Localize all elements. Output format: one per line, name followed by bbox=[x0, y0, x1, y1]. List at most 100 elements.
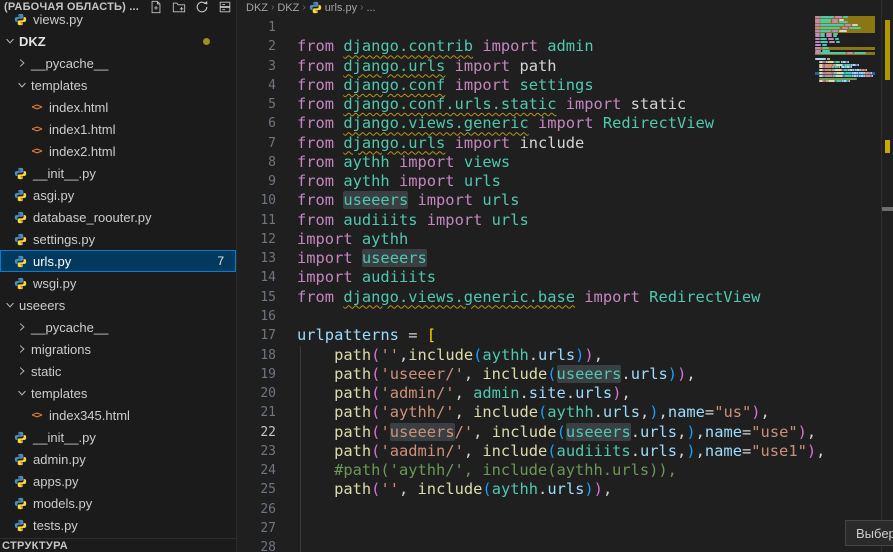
breadcrumb: DKZ›DKZ›urls.py›... bbox=[238, 0, 893, 15]
line-number[interactable]: 27 bbox=[238, 519, 276, 538]
new-folder-icon[interactable] bbox=[171, 0, 187, 15]
code-line-23[interactable]: path('aadmin/', include(audiiits.urls,),… bbox=[297, 442, 813, 461]
line-number[interactable]: 28 bbox=[238, 538, 276, 552]
tree-folder-__pycache__[interactable]: __pycache__ bbox=[0, 316, 236, 338]
line-number[interactable]: 8 bbox=[238, 153, 276, 172]
line-number[interactable]: 22 bbox=[238, 423, 276, 442]
tree-folder-useeers[interactable]: useeers bbox=[0, 294, 236, 316]
code-line-15[interactable]: from django.views.generic.base import Re… bbox=[297, 288, 813, 307]
tree-item-__init__.py[interactable]: __init__.py bbox=[0, 426, 236, 448]
line-number[interactable]: 15 bbox=[238, 288, 276, 307]
line-number[interactable]: 10 bbox=[238, 191, 276, 210]
sidebar-section-header[interactable]: (РАБОЧАЯ ОБЛАСТЬ) ... bbox=[0, 0, 236, 14]
collapse-all-icon[interactable] bbox=[217, 0, 233, 15]
chevron-right-icon bbox=[16, 344, 28, 354]
line-number[interactable]: 24 bbox=[238, 461, 276, 480]
breadcrumb-item[interactable]: ... bbox=[366, 2, 375, 14]
tree-item-label: index2.html bbox=[49, 144, 115, 159]
code-line-4[interactable]: from django.conf import settings bbox=[297, 76, 813, 95]
code-line-21[interactable]: path('aythh/', include(aythh.urls,),name… bbox=[297, 403, 813, 422]
line-number[interactable]: 4 bbox=[238, 76, 276, 95]
code-line-7[interactable]: from django.urls import include bbox=[297, 134, 813, 153]
tree-item-index1.html[interactable]: <>index1.html bbox=[0, 118, 236, 140]
line-number[interactable]: 14 bbox=[238, 268, 276, 287]
new-file-icon[interactable] bbox=[148, 0, 164, 15]
line-number[interactable]: 6 bbox=[238, 114, 276, 133]
line-number[interactable]: 9 bbox=[238, 172, 276, 191]
line-number[interactable]: 26 bbox=[238, 500, 276, 519]
code-line-28[interactable] bbox=[297, 538, 813, 552]
tree-folder-DKZ[interactable]: DKZ bbox=[0, 30, 236, 52]
indent-guide bbox=[300, 346, 301, 552]
line-number[interactable]: 23 bbox=[238, 442, 276, 461]
tree-item-admin.py[interactable]: admin.py bbox=[0, 448, 236, 470]
line-number[interactable]: 18 bbox=[238, 346, 276, 365]
line-number[interactable]: 13 bbox=[238, 249, 276, 268]
code-line-2[interactable]: from django.contrib import admin bbox=[297, 37, 813, 56]
code-line-27[interactable] bbox=[297, 519, 813, 538]
code-line-12[interactable]: import aythh bbox=[297, 230, 813, 249]
line-number[interactable]: 16 bbox=[238, 307, 276, 326]
tree-folder-static[interactable]: static bbox=[0, 360, 236, 382]
code-line-17[interactable]: urlpatterns = [ bbox=[297, 326, 813, 345]
tree-item-label: __init__.py bbox=[33, 166, 96, 181]
code-line-1[interactable] bbox=[297, 18, 813, 37]
line-number[interactable]: 5 bbox=[238, 95, 276, 114]
refresh-icon[interactable] bbox=[194, 0, 210, 15]
code-line-18[interactable]: path('',include(aythh.urls)), bbox=[297, 346, 813, 365]
code-line-13[interactable]: import useeers bbox=[297, 249, 813, 268]
tree-item-settings.py[interactable]: settings.py bbox=[0, 228, 236, 250]
code-line-24[interactable]: #path('aythh/', include(aythh.urls)), bbox=[297, 461, 813, 480]
tree-item-index345.html[interactable]: <>index345.html bbox=[0, 404, 236, 426]
code-line-22[interactable]: path('useeers/', include(useeers.urls,),… bbox=[297, 423, 813, 442]
code-line-8[interactable]: from aythh import views bbox=[297, 153, 813, 172]
tree-folder-migrations[interactable]: migrations bbox=[0, 338, 236, 360]
line-number[interactable]: 11 bbox=[238, 211, 276, 230]
line-number[interactable]: 2 bbox=[238, 37, 276, 56]
overview-ruler[interactable] bbox=[881, 0, 893, 552]
tree-item-index.html[interactable]: <>index.html bbox=[0, 96, 236, 118]
tree-item-tests.py[interactable]: tests.py bbox=[0, 514, 236, 536]
line-number[interactable]: 20 bbox=[238, 384, 276, 403]
tree-item-database_roouter.py[interactable]: database_roouter.py bbox=[0, 206, 236, 228]
tree-item-urls.py[interactable]: urls.py7 bbox=[0, 250, 236, 272]
breadcrumb-item[interactable]: DKZ bbox=[246, 2, 268, 14]
line-number[interactable]: 3 bbox=[238, 57, 276, 76]
python-file-icon bbox=[13, 475, 28, 488]
tree-folder-templates[interactable]: templates bbox=[0, 382, 236, 404]
breadcrumb-item[interactable]: DKZ bbox=[277, 2, 299, 14]
line-number[interactable]: 19 bbox=[238, 365, 276, 384]
code-line-9[interactable]: from aythh import urls bbox=[297, 172, 813, 191]
tree-folder-templates[interactable]: templates bbox=[0, 74, 236, 96]
tree-item-index2.html[interactable]: <>index2.html bbox=[0, 140, 236, 162]
tree-item-models.py[interactable]: models.py bbox=[0, 492, 236, 514]
line-number[interactable]: 12 bbox=[238, 230, 276, 249]
line-number[interactable]: 17 bbox=[238, 326, 276, 345]
line-number[interactable]: 7 bbox=[238, 134, 276, 153]
minimap[interactable] bbox=[815, 13, 877, 543]
code-line-20[interactable]: path('admin/', admin.site.urls), bbox=[297, 384, 813, 403]
code-line-5[interactable]: from django.conf.urls.static import stat… bbox=[297, 95, 813, 114]
code-line-10[interactable]: from useeers import urls bbox=[297, 191, 813, 210]
breadcrumb-item[interactable]: urls.py bbox=[309, 1, 357, 14]
code-line-11[interactable]: from audiiits import urls bbox=[297, 211, 813, 230]
line-number[interactable]: 25 bbox=[238, 480, 276, 499]
code-line-6[interactable]: from django.views.generic import Redirec… bbox=[297, 114, 813, 133]
code-area[interactable]: from django.contrib import adminfrom dja… bbox=[297, 18, 813, 552]
tree-item-asgi.py[interactable]: asgi.py bbox=[0, 184, 236, 206]
tree-folder-__pycache__[interactable]: __pycache__ bbox=[0, 52, 236, 74]
tree-item-wsgi.py[interactable]: wsgi.py bbox=[0, 272, 236, 294]
code-line-25[interactable]: path('', include(aythh.urls)), bbox=[297, 480, 813, 499]
outline-section-header[interactable]: СТРУКТУРА bbox=[0, 538, 236, 552]
code-line-3[interactable]: from django.urls import path bbox=[297, 57, 813, 76]
code-line-14[interactable]: import audiiits bbox=[297, 268, 813, 287]
tree-item-label: index1.html bbox=[49, 122, 115, 137]
tree-item-label: apps.py bbox=[33, 474, 79, 489]
code-line-19[interactable]: path('useeer/', include(useeers.urls)), bbox=[297, 365, 813, 384]
code-line-16[interactable] bbox=[297, 307, 813, 326]
tree-item-__init__.py[interactable]: __init__.py bbox=[0, 162, 236, 184]
code-line-26[interactable] bbox=[297, 500, 813, 519]
line-number[interactable]: 21 bbox=[238, 403, 276, 422]
line-number[interactable]: 1 bbox=[238, 18, 276, 37]
tree-item-apps.py[interactable]: apps.py bbox=[0, 470, 236, 492]
